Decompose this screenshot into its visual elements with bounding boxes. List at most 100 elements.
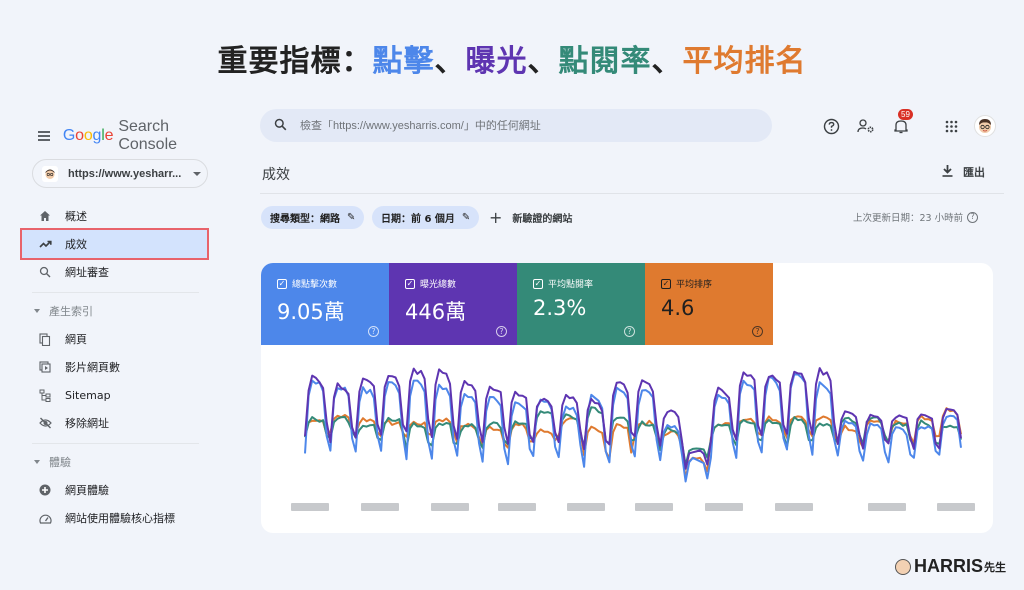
speed-gauge-icon — [38, 511, 52, 525]
last-updated: 上次更新日期：23 小時前 ? — [853, 210, 979, 224]
line-total-clicks[interactable] — [304, 373, 962, 483]
section-experience[interactable]: 體驗 — [22, 448, 207, 476]
google-logo[interactable]: Google — [62, 127, 114, 145]
x-tick-label-blurred — [431, 503, 469, 511]
harris-face-icon — [895, 558, 911, 575]
headline-highlights: 點擊、曝光、點閱率、平均排名 — [373, 44, 807, 79]
sidebar-item-page-experience[interactable]: 網頁體驗 — [22, 476, 207, 504]
performance-chart[interactable] — [261, 345, 993, 533]
headline: 重要指標：點擊、曝光、點閱率、平均排名 — [0, 36, 1024, 80]
header-divider — [260, 193, 1004, 194]
filter-chip-search-type[interactable]: 搜尋類型：網路 ✎ — [261, 206, 365, 229]
headline-part: 點擊 — [372, 44, 435, 79]
help-icon[interactable]: ? — [624, 326, 635, 337]
sidebar-item-label: 網頁 — [65, 333, 87, 346]
x-tick-label-blurred — [291, 503, 329, 511]
metric-label: 平均點閱率 — [548, 280, 594, 290]
metric-average-ctr[interactable]: ✓ 平均點閱率 2.3% ? — [517, 263, 645, 345]
logo-letter: e — [104, 127, 114, 144]
url-inspect-search[interactable] — [260, 109, 772, 142]
metric-value: 2.3% — [533, 296, 587, 320]
page-title: 成效 — [262, 167, 290, 183]
property-url: https://www.yesharr... — [68, 167, 182, 180]
sidebar-item-label: 概述 — [65, 210, 87, 223]
apps-button[interactable] — [940, 115, 962, 137]
checkbox-checked-icon[interactable]: ✓ — [661, 278, 671, 289]
user-settings-button[interactable] — [855, 115, 877, 137]
metric-total-impressions[interactable]: ✓ 曝光總數 446萬 ? — [389, 263, 517, 345]
checkbox-checked-icon[interactable]: ✓ — [533, 278, 543, 289]
sidebar-item-url-inspection[interactable]: 網址審查 — [22, 258, 207, 286]
filter-chip-date[interactable]: 日期：前 6 個月 ✎ — [372, 206, 480, 229]
help-button[interactable] — [820, 115, 842, 137]
filter-chip-label: 日期：前 6 個月 — [381, 214, 455, 225]
sidebar-item-pages[interactable]: 網頁 — [22, 325, 207, 353]
menu-icon[interactable] — [38, 131, 50, 141]
x-tick-label-blurred — [567, 503, 605, 511]
help-icon — [823, 118, 839, 134]
help-icon[interactable]: ? — [368, 326, 379, 337]
top-bar-actions: 59 — [820, 109, 1020, 139]
help-icon[interactable]: ? — [496, 326, 507, 337]
help-icon[interactable]: ? — [967, 211, 979, 223]
export-button[interactable]: 匯出 — [942, 164, 985, 180]
sidebar-item-overview[interactable]: 概述 — [22, 202, 207, 230]
headline-prefix: 重要指標： — [217, 44, 373, 79]
avatar-icon — [974, 115, 996, 137]
metric-value: 4.6 — [661, 296, 695, 320]
metric-average-position[interactable]: ✓ 平均排序 4.6 ? — [645, 263, 773, 345]
logo-letter: G — [62, 127, 76, 144]
logo-letter: o — [83, 127, 93, 144]
headline-part: 點閱率 — [558, 44, 652, 79]
sitemap-icon — [38, 388, 52, 402]
sidebar-item-performance[interactable]: 成效 — [20, 228, 209, 260]
notifications-button[interactable]: 59 — [890, 109, 913, 137]
sidebar-item-label: 網址審查 — [65, 266, 109, 279]
metric-total-clicks[interactable]: ✓ 總點擊次數 9.05萬 ? — [261, 263, 389, 345]
sidebar-item-core-web-vitals[interactable]: 網站使用體驗核心指標 — [22, 504, 207, 532]
sidebar-item-label: 成效 — [65, 238, 87, 251]
section-indexing[interactable]: 產生索引 — [22, 297, 207, 325]
bell-icon — [894, 120, 908, 134]
logo-letter: o — [75, 127, 84, 144]
trending-up-icon — [38, 237, 52, 251]
sidebar-item-label: 網頁體驗 — [65, 484, 109, 497]
x-tick-label-blurred — [498, 503, 536, 511]
metric-value: 446萬 — [405, 300, 467, 324]
edit-pencil-icon: ✎ — [461, 212, 471, 223]
url-inspect-input[interactable] — [300, 119, 740, 132]
edit-pencil-icon: ✎ — [347, 212, 356, 223]
watermark-text: HARRIS — [914, 556, 984, 576]
collapse-caret-icon — [34, 460, 40, 464]
checkbox-checked-icon[interactable]: ✓ — [405, 278, 415, 289]
export-label: 匯出 — [963, 166, 985, 179]
logo-letter: g — [92, 127, 102, 144]
notification-badge: 59 — [898, 109, 913, 120]
section-title: 產生索引 — [49, 305, 93, 318]
app-header: Google Search Console — [38, 118, 215, 154]
filter-chip-label: 搜尋類型：網路 — [270, 214, 340, 225]
sidebar-item-label: 網站使用體驗核心指標 — [65, 512, 175, 525]
headline-part: 、 — [651, 44, 683, 79]
home-icon — [38, 209, 52, 223]
property-avatar-icon — [42, 165, 58, 182]
add-filter-label: 新驗證的網站 — [512, 214, 573, 225]
headline-part: 、 — [434, 44, 466, 79]
checkbox-checked-icon[interactable]: ✓ — [277, 278, 287, 289]
sidebar-nav: 概述 成效 網址審查 產生索引 網頁 影片網頁數 Sitemap 移除網址 體驗… — [20, 202, 209, 532]
sidebar-item-sitemap[interactable]: Sitemap — [22, 381, 207, 409]
help-icon[interactable]: ? — [752, 326, 763, 337]
download-icon — [942, 164, 953, 180]
account-avatar[interactable] — [974, 115, 996, 137]
x-tick-label-blurred — [635, 503, 673, 511]
sidebar-item-label: Sitemap — [65, 388, 111, 402]
section-title: 體驗 — [49, 456, 71, 469]
x-tick-label-blurred — [775, 503, 813, 511]
sidebar-item-removals[interactable]: 移除網址 — [22, 409, 207, 437]
x-tick-label-blurred — [705, 503, 743, 511]
metric-value: 9.05萬 — [277, 300, 345, 324]
x-tick-label-blurred — [868, 503, 906, 511]
add-filter-button[interactable]: + 新驗證的網站 — [489, 206, 572, 229]
property-selector[interactable]: https://www.yesharr... — [32, 159, 208, 188]
sidebar-item-video-pages[interactable]: 影片網頁數 — [22, 353, 207, 381]
